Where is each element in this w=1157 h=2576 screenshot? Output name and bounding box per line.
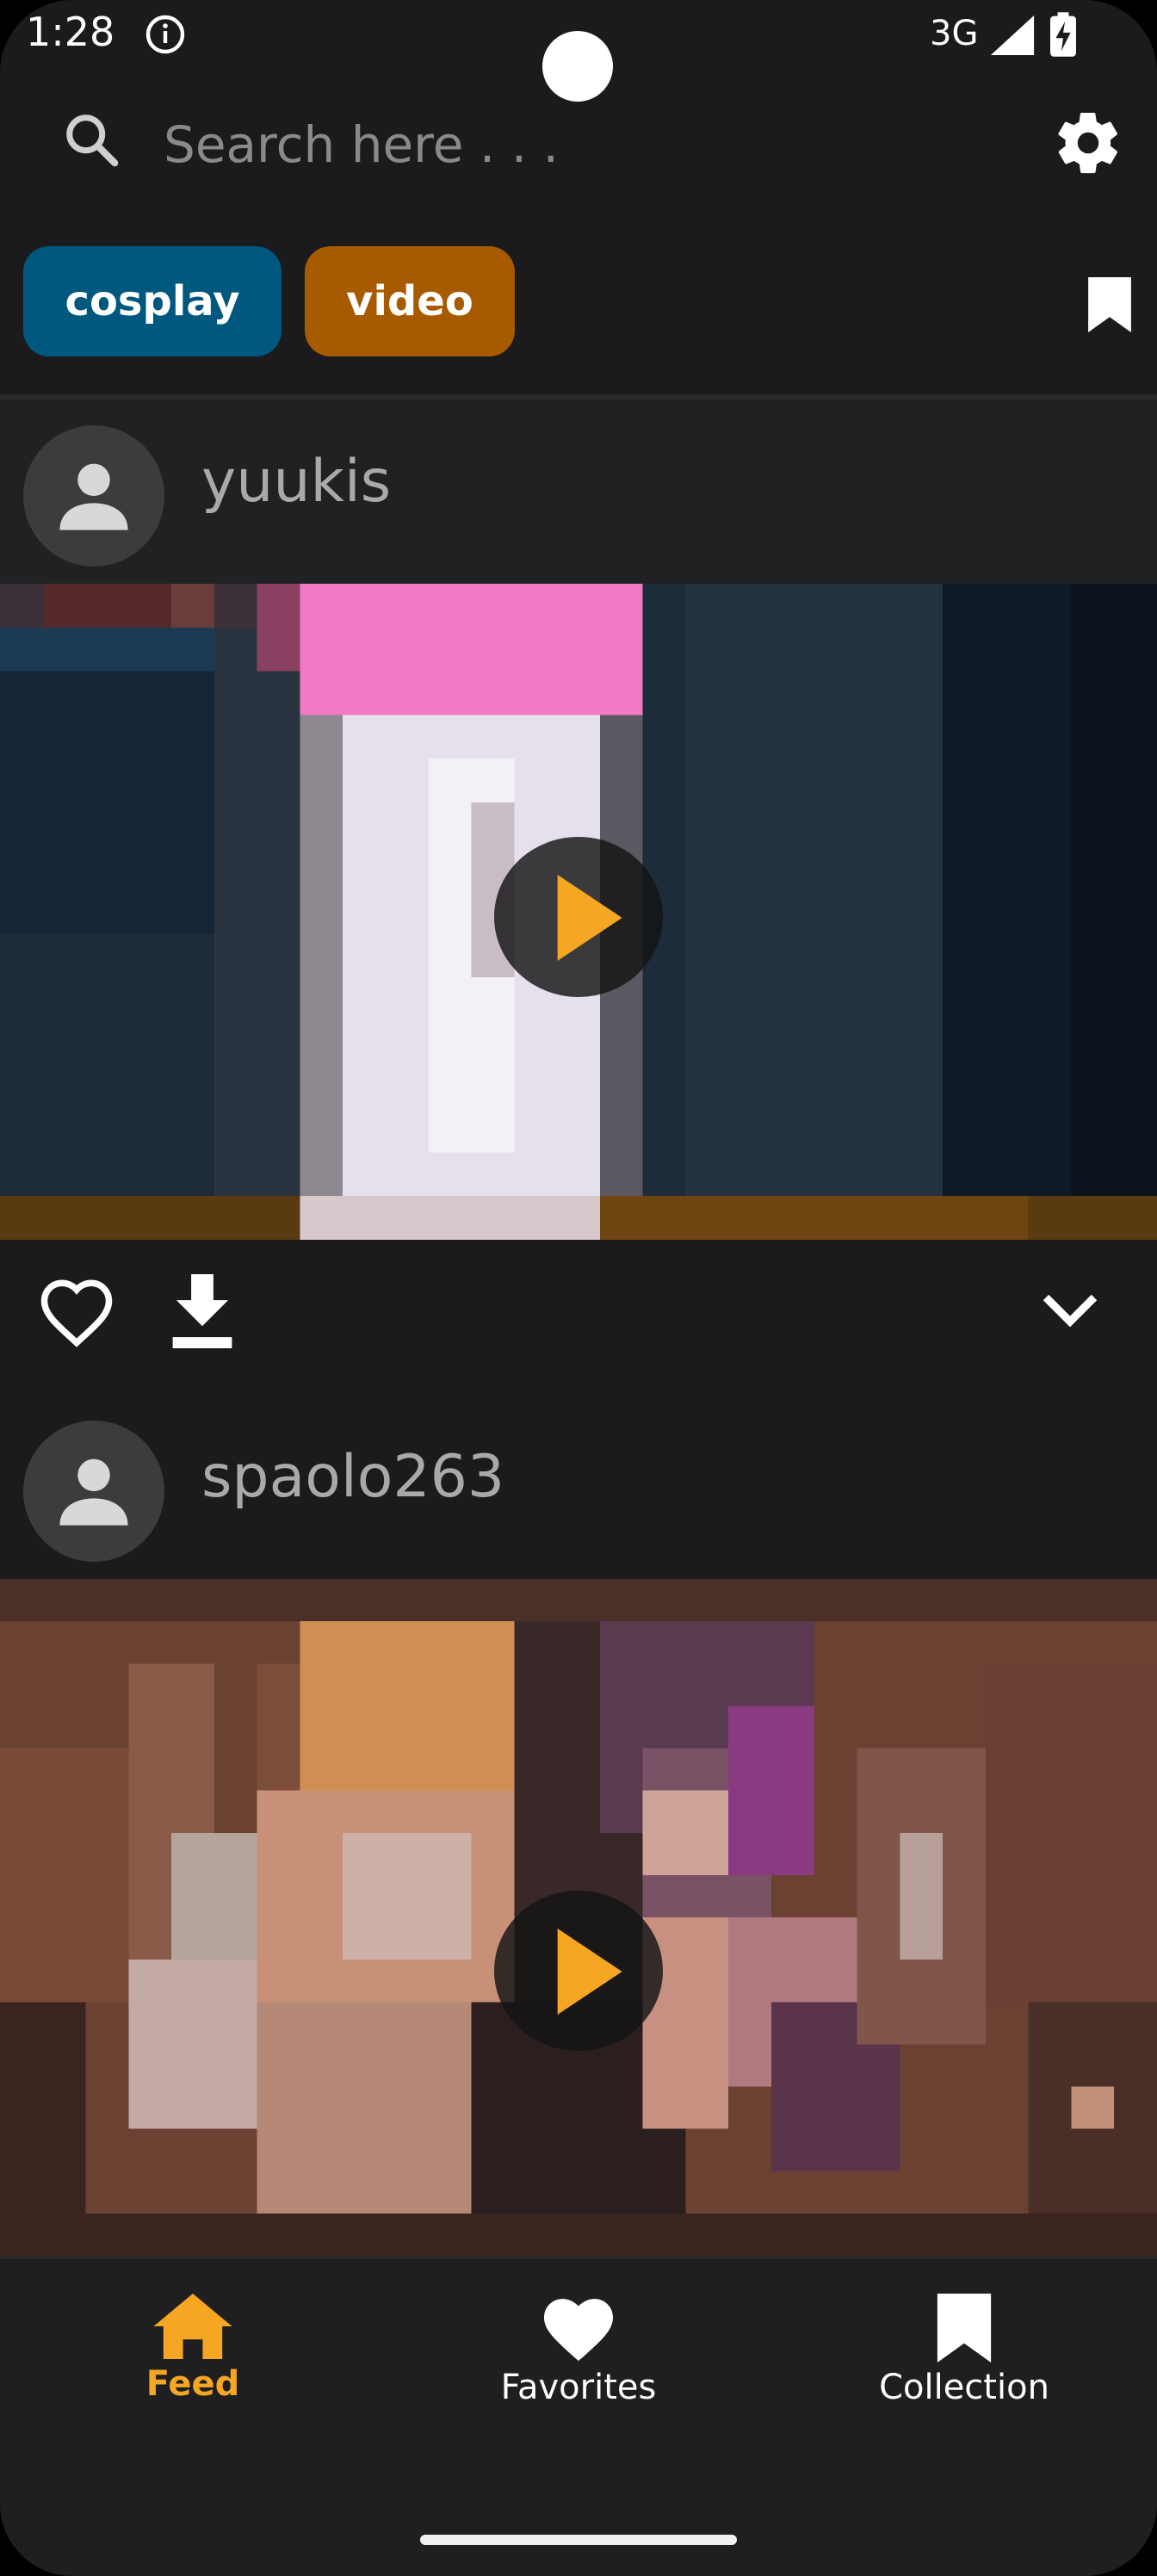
post-username[interactable]: yuukis <box>201 448 391 516</box>
post-video-thumbnail[interactable] <box>0 584 1157 1240</box>
nav-label-collection: Collection <box>879 2368 1049 2407</box>
download-icon[interactable] <box>172 1274 232 1348</box>
post-actions <box>0 1240 1157 1386</box>
network-type: 3G <box>930 14 979 53</box>
heart-outline-icon[interactable] <box>38 1276 115 1348</box>
person-icon <box>59 1458 128 1526</box>
nav-item-collection[interactable]: Collection <box>835 2294 1093 2449</box>
nav-item-feed[interactable]: Feed <box>64 2294 322 2449</box>
battery-icon <box>1050 12 1076 57</box>
nav-label-favorites: Favorites <box>500 2368 657 2407</box>
post-video-thumbnail[interactable] <box>0 1579 1157 2256</box>
nav-item-favorites[interactable]: Favorites <box>449 2294 708 2449</box>
post-header: spaolo263 <box>0 1395 1157 1579</box>
bottom-navigation: Feed Favorites Collection <box>0 2256 1157 2576</box>
bookmark-icon[interactable] <box>1086 277 1133 332</box>
gear-icon[interactable] <box>1052 107 1124 179</box>
app-screen: 1:28 3G cosplay video <box>0 0 1157 2576</box>
tag-chip-video[interactable]: video <box>305 246 515 356</box>
person-icon <box>59 463 128 530</box>
tag-chip-cosplay[interactable]: cosplay <box>23 246 282 356</box>
home-indicator[interactable] <box>420 2535 737 2545</box>
avatar[interactable] <box>23 1421 164 1562</box>
play-button[interactable] <box>494 1891 663 2051</box>
search-icon[interactable] <box>62 110 122 170</box>
post-header: yuukis <box>0 399 1157 584</box>
play-icon <box>557 875 622 961</box>
status-bar: 1:28 3G <box>0 0 1157 102</box>
play-button[interactable] <box>494 837 663 997</box>
signal-icon <box>990 15 1035 55</box>
nav-label-feed: Feed <box>145 2364 240 2404</box>
camera-cutout <box>542 31 613 102</box>
search-input[interactable] <box>162 105 940 184</box>
bookmark-icon <box>937 2294 992 2362</box>
avatar[interactable] <box>23 425 164 567</box>
home-icon <box>153 2294 232 2359</box>
play-icon <box>557 1929 622 2015</box>
status-time: 1:28 <box>26 9 115 55</box>
post-username[interactable]: spaolo263 <box>201 1443 504 1511</box>
heart-icon <box>544 2299 613 2362</box>
info-icon <box>145 15 185 54</box>
chevron-down-icon[interactable] <box>1040 1290 1100 1329</box>
